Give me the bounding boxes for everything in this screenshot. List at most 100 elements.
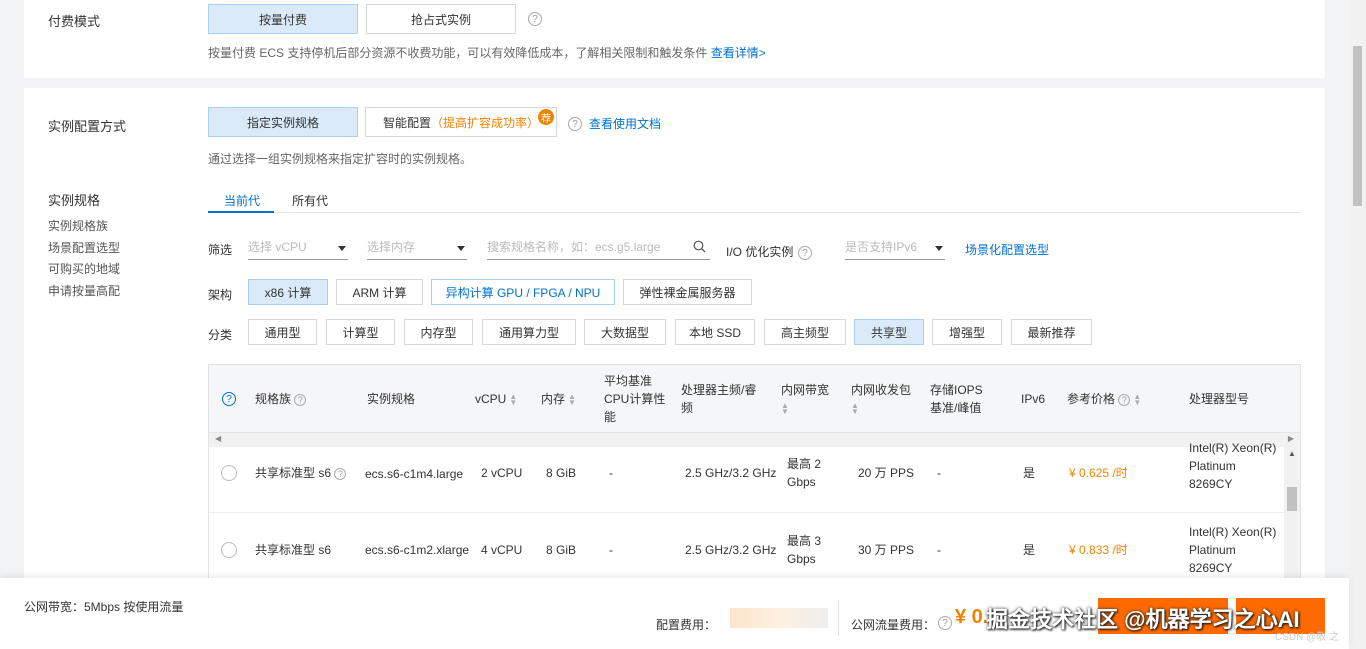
tab-current-gen[interactable]: 当前代 xyxy=(224,192,260,209)
scroll-thumb[interactable] xyxy=(1287,487,1297,511)
traffic-fee-value: ¥ 0. xyxy=(955,606,989,628)
col-vcpu[interactable]: vCPU ▲ ▼ xyxy=(475,390,517,408)
category-high-freq-button[interactable]: 高主频型 xyxy=(764,319,846,345)
category-general-compute-button[interactable]: 通用算力型 xyxy=(482,319,576,345)
billing-details-link[interactable]: 查看详情> xyxy=(711,46,766,60)
sort-icon[interactable]: ▲ ▼ xyxy=(1133,392,1141,406)
config-card: 实例配置方式 指定实例规格 智能配置 （提高扩容成功率） 荐 ? 查看使用文档 … xyxy=(24,88,1325,588)
arch-arm-button[interactable]: ARM 计算 xyxy=(336,279,423,305)
page-scroll-thumb[interactable] xyxy=(1353,46,1362,206)
billing-hint: 按量付费 ECS 支持停机后部分资源不收费功能，可以有效降低成本，了解相关限制和… xyxy=(208,44,766,61)
config-specify-button[interactable]: 指定实例规格 xyxy=(208,107,358,137)
col-frequency: 处理器主频/睿 频 xyxy=(681,383,757,415)
category-shared-button[interactable]: 共享型 xyxy=(854,319,924,345)
row-iops: - xyxy=(937,543,941,557)
row-price: ¥ 0.625 /时 xyxy=(1069,466,1128,480)
col-bandwidth[interactable]: 内网带宽 ▲ ▼ xyxy=(781,381,829,417)
col-pps[interactable]: 内网收发包 ▲ ▼ xyxy=(851,381,911,417)
row-memory: 8 GiB xyxy=(546,543,577,557)
col-price[interactable]: 参考价格 ? ▲ ▼ xyxy=(1067,390,1141,408)
instance-table: ? 规格族 ? 实例规格 vCPU ▲ ▼ 内存 ▲ ▼ 平均基准 CPU计算性 能 处… xyxy=(208,364,1301,588)
csdn-watermark: CSDN @敬 之 xyxy=(1275,632,1340,643)
row-pps: 30 万 PPS xyxy=(858,543,915,557)
watermark: 掘金技术社区 @机器学习之心AI xyxy=(986,607,1300,632)
divider xyxy=(838,600,839,636)
spec-nav-region[interactable]: 可购买的地域 xyxy=(48,260,120,277)
help-icon[interactable]: ? xyxy=(294,393,307,406)
col-baseline: 平均基准 CPU计算性 能 xyxy=(604,374,666,424)
category-compute-button[interactable]: 计算型 xyxy=(326,319,395,345)
row-ipv6: 是 xyxy=(1023,543,1036,557)
ipv6-select[interactable]: 是否支持IPv6 xyxy=(845,238,945,260)
tab-active-indicator xyxy=(208,211,274,213)
help-icon[interactable]: ? xyxy=(1118,393,1131,406)
row-spec: ecs.s6-c1m2.xlarge xyxy=(365,543,470,557)
row-family: 共享标准型 s6 xyxy=(255,543,332,557)
scroll-right-icon[interactable]: ▶ xyxy=(1288,434,1294,443)
row-memory: 8 GiB xyxy=(546,466,577,480)
row-frequency: 2.5 GHz/3.2 GHz xyxy=(685,466,777,480)
help-icon[interactable]: ? xyxy=(222,392,236,406)
billing-pay-as-you-go-button[interactable]: 按量付费 xyxy=(208,4,358,34)
tab-all-gen[interactable]: 所有代 xyxy=(292,192,328,209)
row-cpu-model: Intel(R) Xeon(R) Platinum 8269CY xyxy=(1189,441,1277,491)
billing-spot-button[interactable]: 抢占式实例 xyxy=(366,4,516,34)
recommend-badge: 荐 xyxy=(538,109,554,125)
billing-label: 付费模式 xyxy=(48,14,101,29)
category-recommended-button[interactable]: 最新推荐 xyxy=(1011,319,1092,345)
row-iops: - xyxy=(937,466,941,480)
usage-doc-link[interactable]: 查看使用文档 xyxy=(589,115,661,132)
arch-x86-button[interactable]: x86 计算 xyxy=(248,279,328,305)
table-header: ? 规格族 ? 实例规格 vCPU ▲ ▼ 内存 ▲ ▼ 平均基准 CPU计算性 能 处… xyxy=(209,365,1300,433)
row-bandwidth: 最高 2 Gbps xyxy=(787,457,822,489)
arch-bare-metal-button[interactable]: 弹性裸金属服务器 xyxy=(623,279,752,305)
category-bigdata-button[interactable]: 大数据型 xyxy=(584,319,666,345)
spec-search-input[interactable]: 搜索规格名称，如：ecs.g5.large xyxy=(487,238,710,260)
category-memory-button[interactable]: 内存型 xyxy=(404,319,473,345)
help-icon[interactable]: ? xyxy=(528,12,542,26)
config-fee-value xyxy=(730,608,828,628)
col-memory[interactable]: 内存 ▲ ▼ xyxy=(541,390,576,408)
spec-nav-family[interactable]: 实例规格族 xyxy=(48,217,108,234)
scroll-up-icon[interactable]: ▲ xyxy=(1288,449,1296,458)
page-scrollbar[interactable] xyxy=(1349,0,1366,649)
row-bandwidth: 最高 3 Gbps xyxy=(787,534,822,566)
vcpu-select-placeholder: 选择 vCPU xyxy=(248,240,307,254)
row-radio[interactable] xyxy=(221,542,237,558)
spec-nav-scene[interactable]: 场景配置选型 xyxy=(48,239,120,256)
sort-icon[interactable]: ▲ ▼ xyxy=(851,401,859,415)
sort-icon[interactable]: ▲ ▼ xyxy=(781,401,789,415)
arch-heterogeneous-button[interactable]: 异构计算 GPU / FPGA / NPU xyxy=(431,279,615,305)
help-icon[interactable]: ? xyxy=(334,467,347,480)
help-icon[interactable]: ? xyxy=(568,117,582,131)
category-enhanced-button[interactable]: 增强型 xyxy=(932,319,1002,345)
sort-icon[interactable]: ▲ ▼ xyxy=(568,392,576,406)
row-frequency: 2.5 GHz/3.2 GHz xyxy=(685,543,777,557)
category-general-button[interactable]: 通用型 xyxy=(248,319,317,345)
footer-bar: 公网带宽：5Mbps 按使用流量 配置费用： 公网流量费用： ? ¥ 0. 掘金… xyxy=(0,578,1349,649)
chevron-down-icon xyxy=(457,246,465,251)
config-smart-button[interactable]: 智能配置 （提高扩容成功率） xyxy=(365,107,557,137)
help-icon[interactable]: ? xyxy=(938,616,952,630)
sort-icon[interactable]: ▲ ▼ xyxy=(509,392,517,406)
row-family: 共享标准型 s6 ? xyxy=(255,464,347,482)
table-vertical-scrollbar[interactable]: ▲ xyxy=(1284,447,1300,587)
memory-select-placeholder: 选择内存 xyxy=(367,240,416,254)
table-row[interactable]: 共享标准型 s6 ecs.s6-c1m2.xlarge 4 vCPU 8 GiB… xyxy=(209,513,1284,587)
row-baseline: - xyxy=(609,466,613,480)
billing-hint-text: 按量付费 ECS 支持停机后部分资源不收费功能，可以有效降低成本，了解相关限制和… xyxy=(208,46,708,60)
vcpu-select[interactable]: 选择 vCPU xyxy=(248,238,348,260)
row-radio[interactable] xyxy=(221,465,237,481)
help-icon[interactable]: ? xyxy=(798,246,812,260)
table-row[interactable]: 共享标准型 s6 ? ecs.s6-c1m4.large 2 vCPU 8 Gi… xyxy=(209,431,1284,513)
search-icon[interactable] xyxy=(693,240,706,253)
scene-config-link[interactable]: 场景化配置选型 xyxy=(965,241,1049,258)
spec-nav-apply[interactable]: 申请按量高配 xyxy=(48,282,120,299)
spec-search-placeholder: 搜索规格名称，如：ecs.g5.large xyxy=(487,240,661,254)
memory-select[interactable]: 选择内存 xyxy=(367,238,467,260)
chevron-down-icon xyxy=(338,246,346,251)
col-spec: 实例规格 xyxy=(367,392,416,406)
col-iops: 存储IOPS 基准/峰值 xyxy=(930,383,983,415)
category-local-ssd-button[interactable]: 本地 SSD xyxy=(675,319,755,345)
col-pps-label: 内网收发包 xyxy=(851,383,912,397)
